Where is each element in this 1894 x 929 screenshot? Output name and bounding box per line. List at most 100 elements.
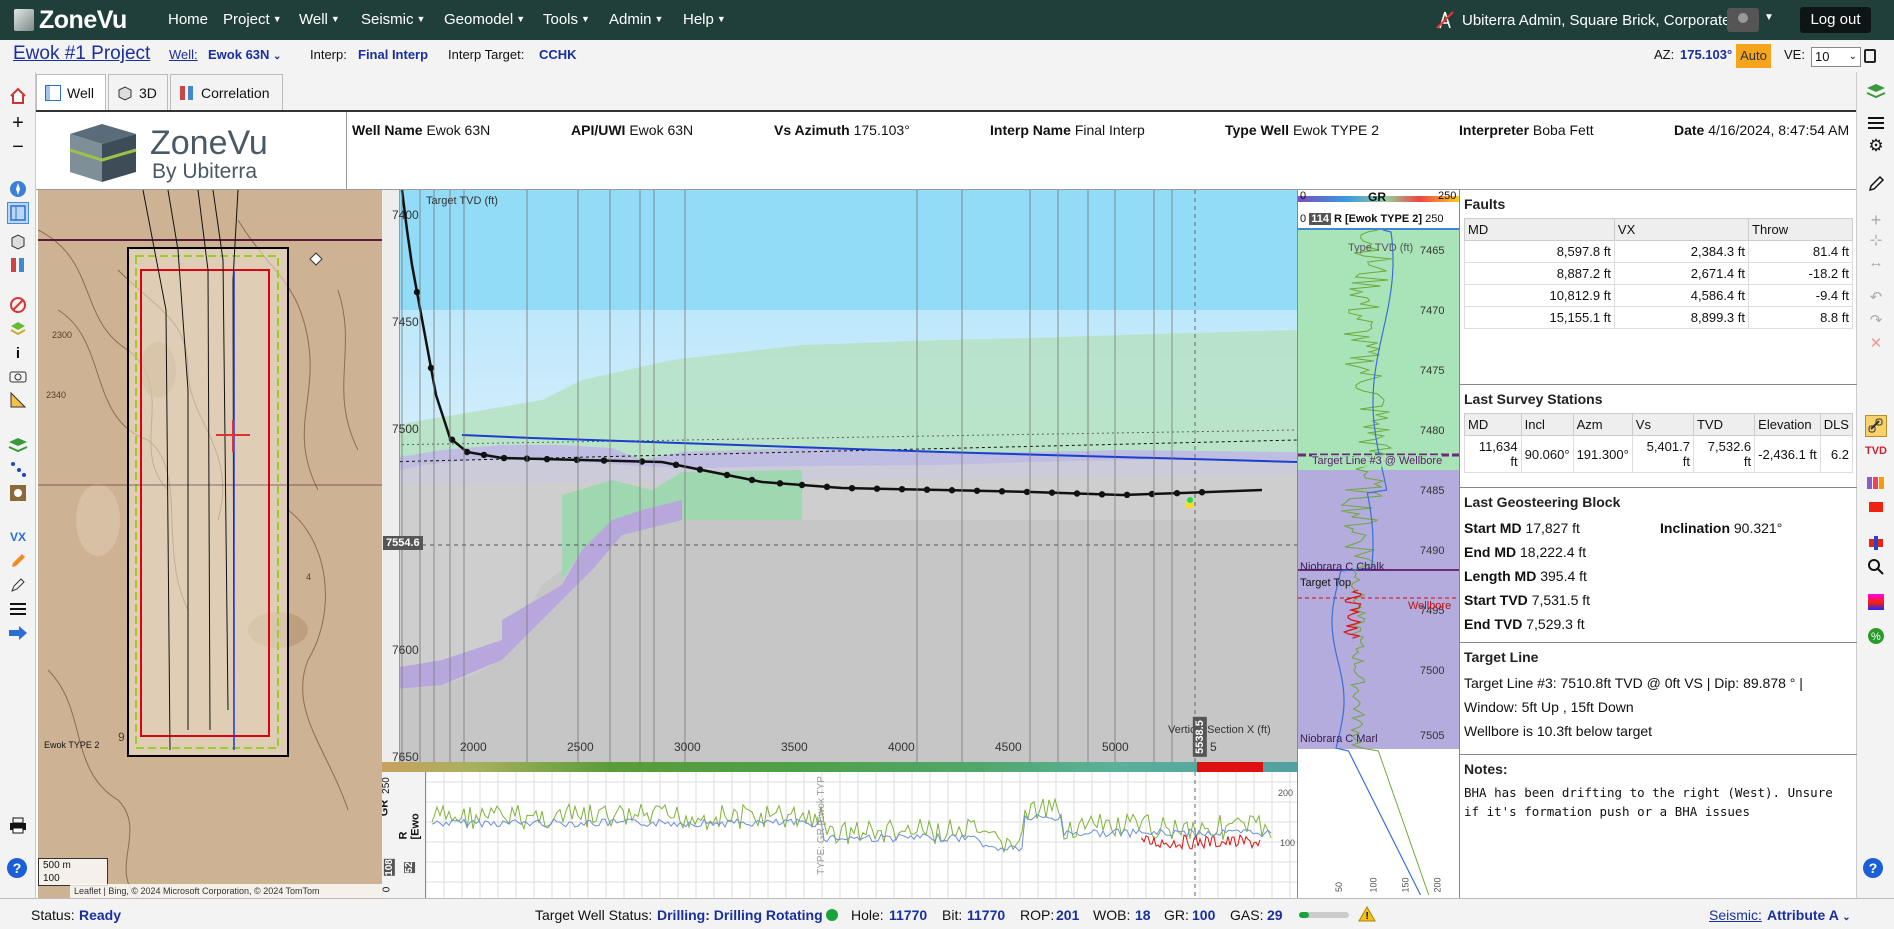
table-row[interactable]: 8,597.8 ft 2,384.3 ft 81.4 ft bbox=[1464, 240, 1853, 263]
no-entry-icon[interactable] bbox=[7, 294, 29, 316]
map-attribution[interactable]: Leaflet | Bing, © 2024 Microsoft Corpora… bbox=[70, 884, 382, 898]
scale-label: 200 bbox=[1278, 788, 1294, 798]
help-icon[interactable]: ? bbox=[7, 858, 27, 878]
hole-value: 11770 bbox=[889, 907, 928, 923]
cube-3d-icon[interactable] bbox=[7, 231, 29, 253]
ve-select[interactable]: 10 ⌄ bbox=[1811, 47, 1861, 67]
merge-icon[interactable]: ↔ bbox=[1865, 251, 1887, 273]
warning-icon[interactable]: ! bbox=[1358, 906, 1376, 922]
topo-map[interactable]: Ewok TYPE 2 2300 2340 9 4 500 m 100 Leafl… bbox=[38, 190, 382, 898]
tab-correlation[interactable]: Correlation bbox=[170, 74, 283, 110]
type-well-panel[interactable]: 0 GR 250 0 114 R [Ewok TYPE 2] 250 Type … bbox=[1297, 190, 1459, 898]
nav-help[interactable]: Help ▼ bbox=[683, 11, 726, 28]
pencil-icon[interactable] bbox=[7, 550, 29, 572]
type-well-canvas bbox=[1298, 190, 1459, 898]
redo-icon[interactable]: ↷ bbox=[1865, 309, 1887, 331]
list-icon[interactable] bbox=[7, 598, 29, 620]
nav-well[interactable]: Well ▼ bbox=[299, 11, 340, 28]
chevron-down-icon[interactable]: ▼ bbox=[1764, 12, 1774, 23]
print-icon[interactable] bbox=[7, 814, 29, 836]
add-point-icon[interactable]: + bbox=[1865, 209, 1887, 231]
geosteering-block-bar[interactable] bbox=[382, 762, 1297, 772]
gr-log-strip[interactable]: GR 250 0 108 R [Ewo 52 TYPE: GR [Ewok TY… bbox=[382, 772, 1297, 898]
tvd-icon[interactable]: TVD bbox=[1865, 440, 1887, 462]
search-icon[interactable] bbox=[1865, 556, 1887, 578]
notes-section[interactable]: Notes: BHA has been drifting to the righ… bbox=[1460, 755, 1857, 898]
tw-marl-label: Niobrara C Marl bbox=[1300, 733, 1378, 745]
pen-edit-icon[interactable] bbox=[7, 574, 29, 596]
map-layers-icon[interactable] bbox=[7, 434, 29, 456]
arrow-right-icon[interactable] bbox=[7, 622, 29, 644]
table-row[interactable]: 15,155.1 ft 8,899.3 ft 8.8 ft bbox=[1464, 306, 1853, 329]
correlation-icon[interactable] bbox=[7, 254, 29, 276]
auto-button[interactable]: Auto bbox=[1736, 44, 1771, 68]
nav-project[interactable]: Project ▼ bbox=[223, 11, 282, 28]
camera-icon[interactable] bbox=[7, 365, 29, 387]
tab-3d[interactable]: 3D bbox=[108, 74, 168, 110]
help-icon[interactable]: ? bbox=[1863, 858, 1883, 878]
zoom-in-icon[interactable]: + bbox=[7, 112, 29, 134]
split-icon[interactable]: ⊹ bbox=[1865, 229, 1887, 251]
avatar[interactable] bbox=[1727, 8, 1759, 32]
lock-icon[interactable] bbox=[1864, 49, 1876, 63]
interp-value[interactable]: Final Interp bbox=[358, 47, 428, 62]
settings-map-icon[interactable] bbox=[7, 482, 29, 504]
table-row[interactable]: 11,634 ft 90.060° 191.300° 5,401.7 ft 7,532.… bbox=[1464, 435, 1854, 473]
layers-green-icon[interactable] bbox=[1865, 80, 1887, 102]
compass-icon[interactable] bbox=[7, 178, 29, 200]
vx-icon[interactable]: VX bbox=[7, 526, 29, 548]
nav-seismic[interactable]: Seismic ▼ bbox=[361, 11, 425, 28]
tab-well[interactable]: Well bbox=[36, 74, 106, 110]
project-link[interactable]: Ewok #1 Project bbox=[13, 43, 150, 65]
link-icon[interactable] bbox=[1865, 415, 1887, 437]
gear-icon[interactable]: ⚙ bbox=[1865, 135, 1887, 157]
marker-icon[interactable] bbox=[1865, 532, 1887, 554]
nav-tools[interactable]: Tools ▼ bbox=[543, 11, 590, 28]
target-value[interactable]: CCHK bbox=[539, 47, 577, 62]
seismic-value[interactable]: Attribute A ⌄ bbox=[1767, 907, 1851, 923]
tw-track-label: R [Ewok TYPE 2] bbox=[1334, 213, 1423, 225]
table-row[interactable]: 10,812.9 ft 4,586.4 ft -9.4 ft bbox=[1464, 284, 1853, 307]
field-interp-name: Interp Name Final Interp bbox=[990, 122, 1145, 138]
color-bars-icon[interactable] bbox=[1865, 472, 1887, 494]
current-block-marker[interactable] bbox=[1197, 762, 1263, 772]
ruler-icon[interactable] bbox=[7, 389, 29, 411]
notes-text[interactable]: BHA has been drifting to the right (West… bbox=[1464, 783, 1853, 821]
app-logo[interactable]: ZoneVu bbox=[14, 5, 127, 35]
layers-icon[interactable] bbox=[7, 318, 29, 340]
delete-icon[interactable]: ✕ bbox=[1865, 332, 1887, 354]
tw-tick: 7505 bbox=[1420, 730, 1445, 742]
target-line2: Window: 5ft Up , 15ft Down bbox=[1464, 699, 1634, 715]
home-icon[interactable] bbox=[7, 85, 29, 107]
notes-title: Notes: bbox=[1464, 761, 1508, 777]
user-name: Ubiterra Admin, Square Brick, Corporate bbox=[1462, 11, 1731, 29]
tw-bottom-tick: 50 bbox=[1334, 881, 1345, 893]
menu-list-icon[interactable] bbox=[1865, 112, 1887, 134]
pencil-edit-icon[interactable] bbox=[1865, 173, 1887, 195]
undo-icon[interactable]: ↶ bbox=[1865, 286, 1887, 308]
nav-geomodel[interactable]: Geomodel ▼ bbox=[444, 11, 525, 28]
tw-tick: 7470 bbox=[1420, 305, 1445, 317]
tw-wellbore: Wellbore bbox=[1408, 600, 1452, 612]
well-label[interactable]: Well: bbox=[169, 47, 198, 62]
table-row[interactable]: 8,887.2 ft 2,671.4 ft -18.2 ft bbox=[1464, 262, 1853, 285]
gr-min: 0 bbox=[382, 886, 393, 893]
logo-cube-icon bbox=[69, 124, 137, 182]
cross-section-chart[interactable]: Target TVD (ft) 7400 7450 7500 7554.6 76… bbox=[382, 190, 1297, 772]
tw-bottom-tick: 100 bbox=[1368, 877, 1379, 893]
palette-icon[interactable] bbox=[1865, 591, 1887, 613]
nav-admin[interactable]: Admin ▼ bbox=[609, 11, 663, 28]
nav-home[interactable]: Home bbox=[168, 11, 208, 28]
points-icon[interactable] bbox=[7, 458, 29, 480]
col-md: MD bbox=[1464, 218, 1615, 241]
grid-view-icon[interactable] bbox=[7, 202, 29, 224]
tw-chalk-label: Niobrara C Chalk bbox=[1300, 561, 1385, 573]
seismic-label[interactable]: Seismic: bbox=[1709, 907, 1762, 923]
percent-icon[interactable]: % bbox=[1865, 625, 1887, 647]
no-broadcast-icon[interactable] bbox=[1434, 9, 1456, 31]
logout-button[interactable]: Log out bbox=[1800, 7, 1871, 33]
red-square-icon[interactable] bbox=[1865, 496, 1887, 518]
info-icon[interactable]: i bbox=[7, 342, 29, 364]
well-selector[interactable]: Ewok 63N ⌄ bbox=[208, 47, 281, 62]
zoom-out-icon[interactable]: − bbox=[7, 136, 29, 158]
